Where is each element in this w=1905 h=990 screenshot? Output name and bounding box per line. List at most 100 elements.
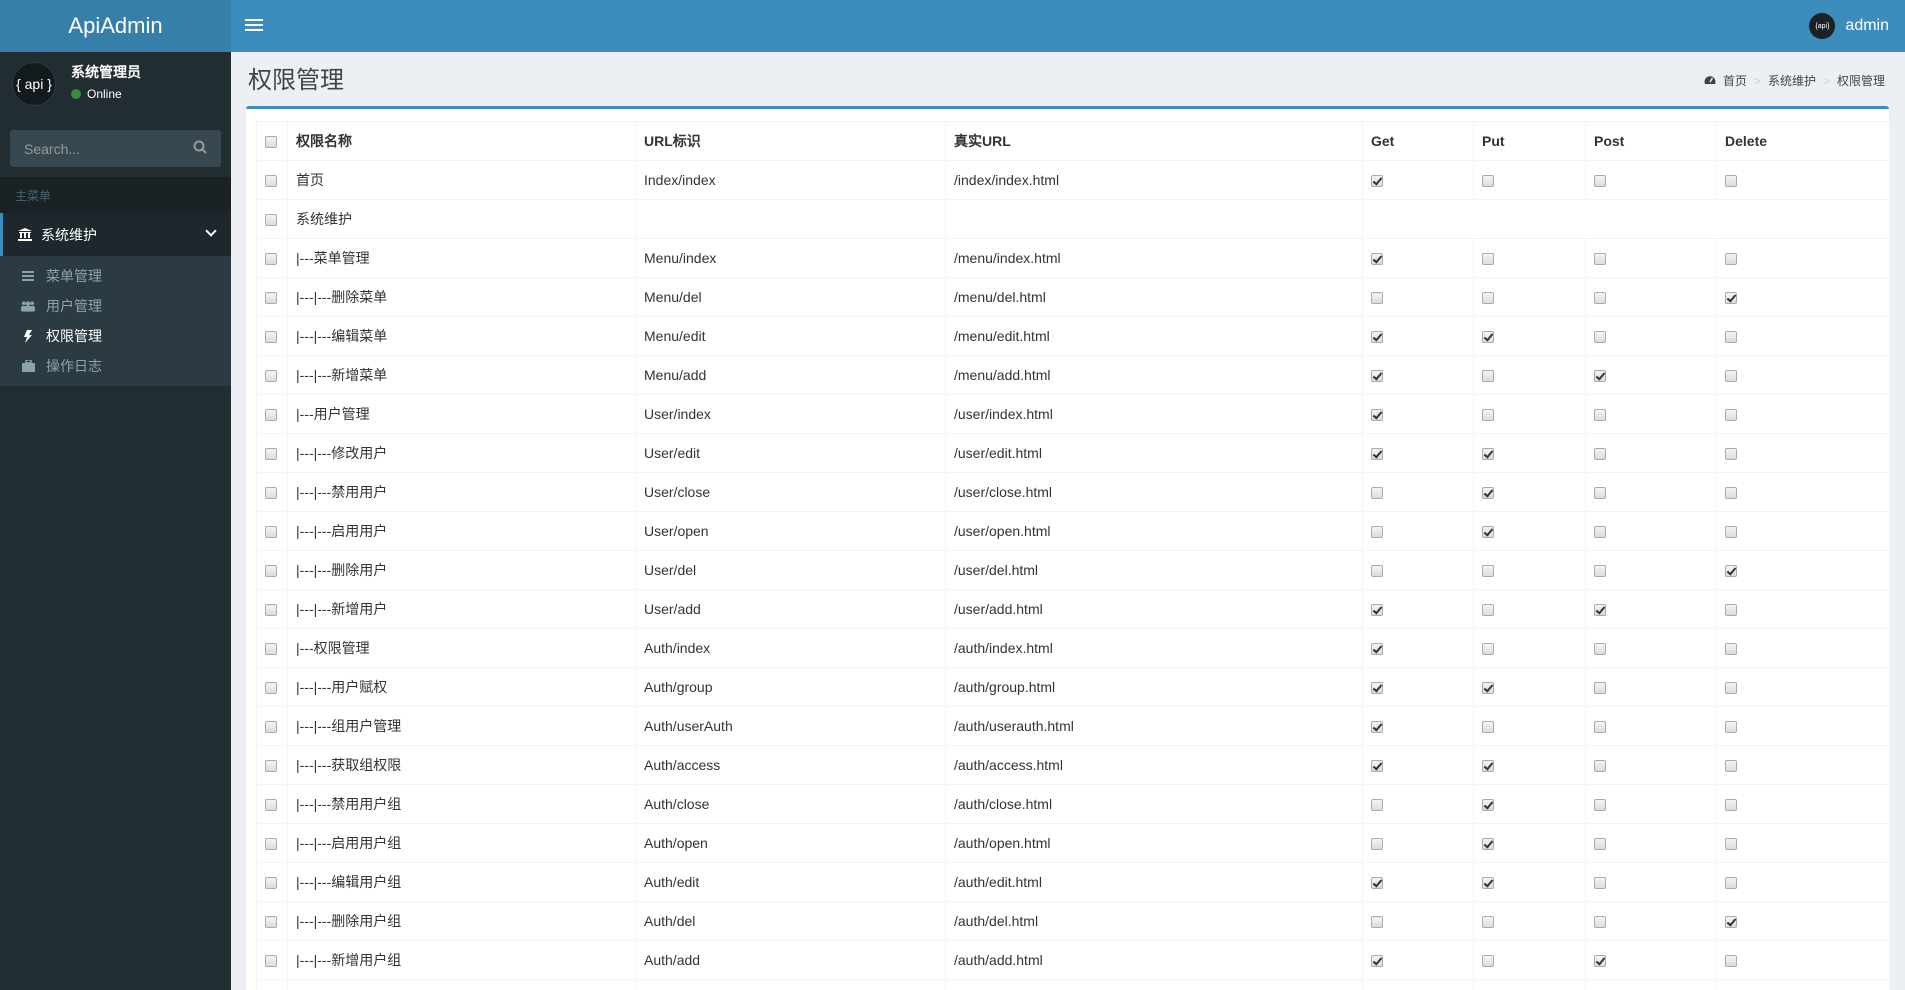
get-checkbox[interactable] xyxy=(1371,370,1383,383)
delete-checkbox[interactable] xyxy=(1725,487,1737,500)
row-select-checkbox[interactable] xyxy=(265,487,277,500)
delete-checkbox[interactable] xyxy=(1725,370,1737,383)
search-icon[interactable] xyxy=(193,140,209,156)
column-header-get[interactable]: Get xyxy=(1362,121,1474,161)
row-select-checkbox[interactable] xyxy=(265,721,277,734)
row-select-checkbox[interactable] xyxy=(265,253,277,266)
row-select-checkbox[interactable] xyxy=(265,799,277,812)
column-header-delete[interactable]: Delete xyxy=(1716,121,1890,161)
app-logo[interactable]: ApiAdmin xyxy=(0,0,231,52)
select-all-checkbox[interactable] xyxy=(265,136,277,149)
post-checkbox[interactable] xyxy=(1594,409,1606,422)
row-select-checkbox[interactable] xyxy=(265,448,277,461)
delete-checkbox[interactable] xyxy=(1725,409,1737,422)
sidebar-item-users[interactable]: 用户管理 xyxy=(0,291,231,321)
column-header-put[interactable]: Put xyxy=(1473,121,1586,161)
get-checkbox[interactable] xyxy=(1371,409,1383,422)
row-select-checkbox[interactable] xyxy=(265,565,277,578)
post-checkbox[interactable] xyxy=(1594,955,1606,968)
row-select-checkbox[interactable] xyxy=(265,292,277,305)
put-checkbox[interactable] xyxy=(1482,175,1494,188)
get-checkbox[interactable] xyxy=(1371,682,1383,695)
post-checkbox[interactable] xyxy=(1594,760,1606,773)
breadcrumb-home[interactable]: 首页 xyxy=(1723,72,1747,89)
put-checkbox[interactable] xyxy=(1482,409,1494,422)
put-checkbox[interactable] xyxy=(1482,721,1494,734)
row-select-checkbox[interactable] xyxy=(265,760,277,773)
row-select-checkbox[interactable] xyxy=(265,643,277,656)
get-checkbox[interactable] xyxy=(1371,487,1383,500)
delete-checkbox[interactable] xyxy=(1725,526,1737,539)
get-checkbox[interactable] xyxy=(1371,877,1383,890)
get-checkbox[interactable] xyxy=(1371,838,1383,851)
get-checkbox[interactable] xyxy=(1371,565,1383,578)
row-select-checkbox[interactable] xyxy=(265,175,277,188)
get-checkbox[interactable] xyxy=(1371,253,1383,266)
put-checkbox[interactable] xyxy=(1482,565,1494,578)
delete-checkbox[interactable] xyxy=(1725,877,1737,890)
put-checkbox[interactable] xyxy=(1482,370,1494,383)
get-checkbox[interactable] xyxy=(1371,526,1383,539)
row-select-checkbox[interactable] xyxy=(265,409,277,422)
post-checkbox[interactable] xyxy=(1594,448,1606,461)
get-checkbox[interactable] xyxy=(1371,955,1383,968)
delete-checkbox[interactable] xyxy=(1725,916,1737,929)
user-menu[interactable]: {api} admin xyxy=(1809,0,1889,52)
post-checkbox[interactable] xyxy=(1594,565,1606,578)
put-checkbox[interactable] xyxy=(1482,838,1494,851)
put-checkbox[interactable] xyxy=(1482,331,1494,344)
put-checkbox[interactable] xyxy=(1482,253,1494,266)
column-header-url[interactable]: URL标识 xyxy=(635,121,946,161)
put-checkbox[interactable] xyxy=(1482,526,1494,539)
row-select-checkbox[interactable] xyxy=(265,370,277,383)
put-checkbox[interactable] xyxy=(1482,448,1494,461)
delete-checkbox[interactable] xyxy=(1725,565,1737,578)
delete-checkbox[interactable] xyxy=(1725,643,1737,656)
get-checkbox[interactable] xyxy=(1371,760,1383,773)
post-checkbox[interactable] xyxy=(1594,487,1606,500)
post-checkbox[interactable] xyxy=(1594,643,1606,656)
sidebar-toggle-icon[interactable] xyxy=(245,16,263,36)
post-checkbox[interactable] xyxy=(1594,253,1606,266)
put-checkbox[interactable] xyxy=(1482,799,1494,812)
delete-checkbox[interactable] xyxy=(1725,955,1737,968)
post-checkbox[interactable] xyxy=(1594,370,1606,383)
get-checkbox[interactable] xyxy=(1371,799,1383,812)
search-input[interactable] xyxy=(10,130,221,167)
post-checkbox[interactable] xyxy=(1594,799,1606,812)
delete-checkbox[interactable] xyxy=(1725,760,1737,773)
delete-checkbox[interactable] xyxy=(1725,721,1737,734)
delete-checkbox[interactable] xyxy=(1725,448,1737,461)
column-header-real-url[interactable]: 真实URL xyxy=(945,121,1363,161)
get-checkbox[interactable] xyxy=(1371,721,1383,734)
get-checkbox[interactable] xyxy=(1371,175,1383,188)
get-checkbox[interactable] xyxy=(1371,292,1383,305)
delete-checkbox[interactable] xyxy=(1725,604,1737,617)
put-checkbox[interactable] xyxy=(1482,604,1494,617)
post-checkbox[interactable] xyxy=(1594,682,1606,695)
get-checkbox[interactable] xyxy=(1371,643,1383,656)
row-select-checkbox[interactable] xyxy=(265,955,277,968)
put-checkbox[interactable] xyxy=(1482,955,1494,968)
row-select-checkbox[interactable] xyxy=(265,331,277,344)
get-checkbox[interactable] xyxy=(1371,916,1383,929)
put-checkbox[interactable] xyxy=(1482,292,1494,305)
post-checkbox[interactable] xyxy=(1594,604,1606,617)
post-checkbox[interactable] xyxy=(1594,175,1606,188)
put-checkbox[interactable] xyxy=(1482,760,1494,773)
get-checkbox[interactable] xyxy=(1371,604,1383,617)
put-checkbox[interactable] xyxy=(1482,916,1494,929)
get-checkbox[interactable] xyxy=(1371,331,1383,344)
sidebar-group-system[interactable]: 系统维护 xyxy=(0,213,231,256)
delete-checkbox[interactable] xyxy=(1725,799,1737,812)
put-checkbox[interactable] xyxy=(1482,877,1494,890)
row-select-checkbox[interactable] xyxy=(265,604,277,617)
post-checkbox[interactable] xyxy=(1594,721,1606,734)
put-checkbox[interactable] xyxy=(1482,487,1494,500)
sidebar-item-logs[interactable]: 操作日志 xyxy=(0,351,231,381)
row-select-checkbox[interactable] xyxy=(265,838,277,851)
row-select-checkbox[interactable] xyxy=(265,682,277,695)
row-select-checkbox[interactable] xyxy=(265,214,277,227)
sidebar-item-permissions[interactable]: 权限管理 xyxy=(0,321,231,351)
post-checkbox[interactable] xyxy=(1594,877,1606,890)
